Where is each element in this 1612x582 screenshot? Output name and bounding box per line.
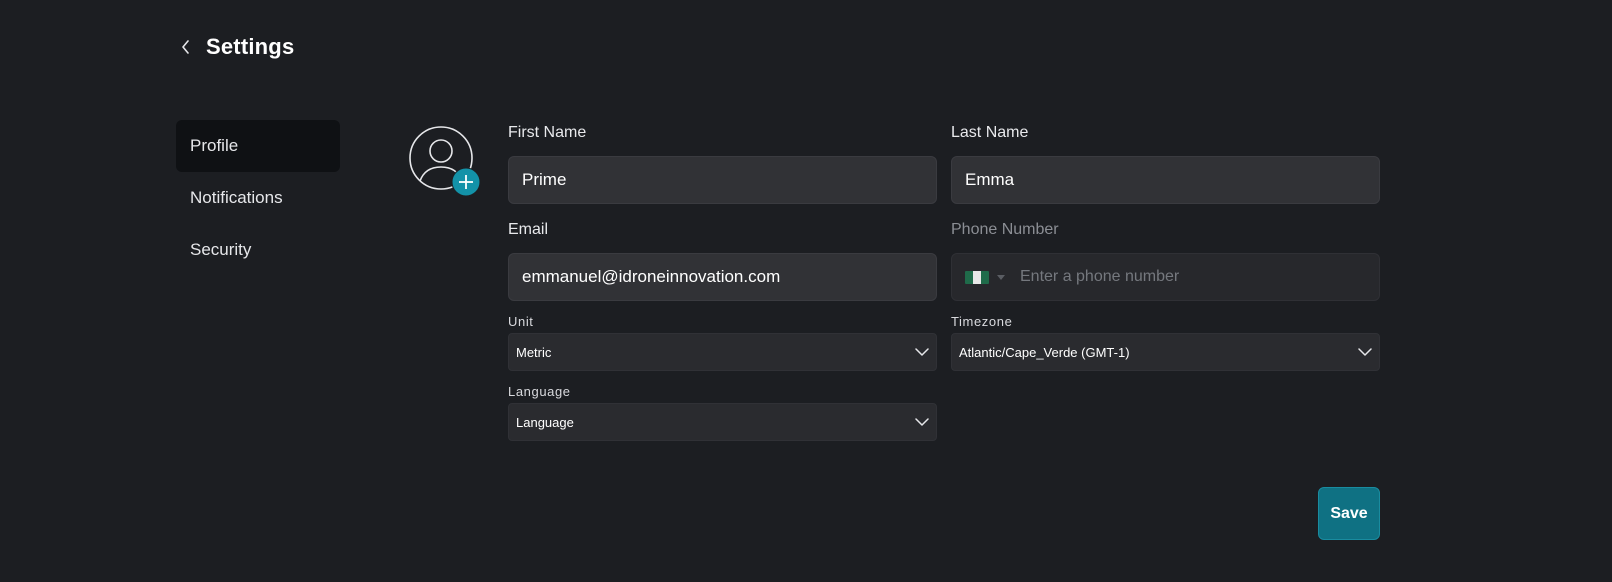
timezone-select[interactable]: Atlantic/Cape_Verde (GMT-1) (951, 333, 1380, 371)
unit-label: Unit (508, 314, 534, 329)
last-name-input[interactable] (951, 156, 1380, 204)
language-value: Language (516, 414, 574, 430)
phone-field (951, 253, 1380, 301)
sidebar-item-notifications[interactable]: Notifications (176, 172, 340, 224)
first-name-label: First Name (508, 124, 587, 141)
sidebar-item-label: Profile (190, 136, 239, 155)
sidebar-item-label: Security (190, 240, 252, 259)
unit-select[interactable]: Metric (508, 333, 937, 371)
chevron-down-icon (914, 414, 930, 430)
settings-sidebar: Profile Notifications Security (176, 120, 340, 276)
phone-label: Phone Number (951, 221, 1059, 238)
settings-page: Settings Profile Notifications Security … (0, 0, 1612, 582)
back-button[interactable] (178, 35, 194, 59)
phone-input[interactable] (1020, 268, 1340, 286)
unit-value: Metric (516, 344, 552, 360)
chevron-down-icon (1357, 344, 1373, 360)
language-select[interactable]: Language (508, 403, 937, 441)
timezone-label: Timezone (951, 314, 1013, 329)
last-name-label: Last Name (951, 124, 1029, 141)
first-name-input[interactable] (508, 156, 937, 204)
caret-down-icon[interactable] (997, 274, 1005, 280)
sidebar-item-label: Notifications (190, 188, 283, 207)
chevron-left-icon (182, 40, 189, 54)
plus-icon[interactable] (451, 167, 481, 197)
language-label: Language (508, 384, 571, 399)
email-label: Email (508, 221, 549, 238)
nigeria-flag-icon[interactable] (965, 270, 989, 284)
save-button[interactable]: Save (1318, 487, 1380, 540)
sidebar-item-profile[interactable]: Profile (176, 120, 340, 172)
chevron-down-icon (914, 344, 930, 360)
avatar-upload[interactable] (408, 126, 482, 198)
sidebar-item-security[interactable]: Security (176, 224, 340, 276)
email-input[interactable] (508, 253, 937, 301)
page-header: Settings (178, 34, 294, 60)
timezone-value: Atlantic/Cape_Verde (GMT-1) (959, 344, 1130, 360)
page-title: Settings (206, 34, 295, 59)
